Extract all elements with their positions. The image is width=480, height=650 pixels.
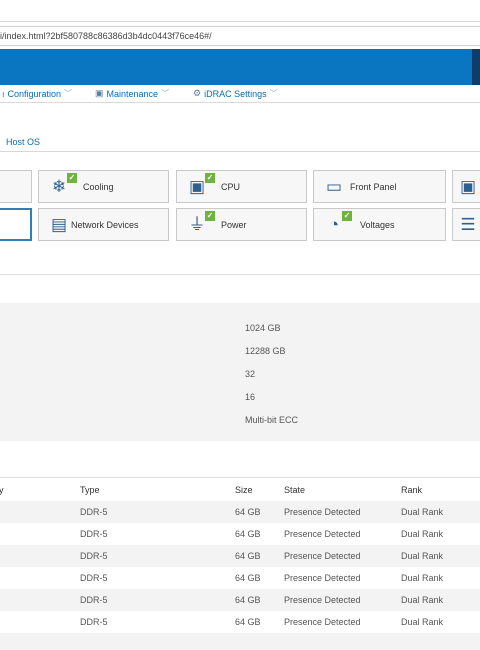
tile-memory-selected[interactable] <box>0 208 32 241</box>
column-header-size[interactable]: Size <box>235 485 253 495</box>
cell-type: DDR-5 <box>80 617 108 627</box>
cell-size: 64 GB <box>235 617 261 627</box>
tile-power-label: Power <box>221 220 247 230</box>
summary-value: 16 <box>245 392 256 402</box>
cell-size: 64 GB <box>235 507 261 517</box>
cell-state: Presence Detected <box>284 573 361 583</box>
cell-state: Presence Detected <box>284 507 361 517</box>
tile-network-devices[interactable]: ▤ Network Devices <box>38 208 169 241</box>
address-bar[interactable]: i/index.html?2bf580788c86386d3b4dc0443f7… <box>0 26 480 46</box>
tile-partial-right-2[interactable]: ☰ <box>452 208 480 241</box>
header-banner <box>0 49 472 85</box>
menu-idrac-settings[interactable]: ⚙ iDRAC Settings ﹀ <box>193 88 278 99</box>
tile-voltages[interactable]: ◔ ✓ Voltages <box>313 208 446 241</box>
summary-value: 32 <box>245 369 256 379</box>
column-header-state[interactable]: State <box>284 485 305 495</box>
table-row-partial[interactable] <box>0 633 480 650</box>
tile-network-devices-label: Network Devices <box>71 220 139 230</box>
cell-rank: Dual Rank <box>401 595 444 605</box>
table-row[interactable]: DDR-5 64 GB Presence Detected Dual Rank <box>0 589 480 611</box>
tile-partial-right-1[interactable]: ▣ <box>452 170 480 203</box>
chevron-down-icon: ﹀ <box>64 89 73 98</box>
idrac-page: i/index.html?2bf580788c86386d3b4dc0443f7… <box>0 0 480 650</box>
table-row[interactable]: DDR-5 64 GB Presence Detected Dual Rank <box>0 611 480 633</box>
tile-front-panel-label: Front Panel <box>350 182 397 192</box>
tile-power[interactable]: ⏚ ✓ Power <box>176 208 307 241</box>
cell-rank: Dual Rank <box>401 507 444 517</box>
chevron-down-icon: ﹀ <box>269 89 278 98</box>
summary-value: 12288 GB <box>245 346 286 356</box>
summary-value: Multi-bit ECC <box>245 415 299 425</box>
status-ok-icon: ✓ <box>342 211 352 221</box>
cell-type: DDR-5 <box>80 529 108 539</box>
cell-rank: Dual Rank <box>401 529 444 539</box>
memory-summary-panel: 1024 GB 12288 GB 32 16 Multi-bit ECC <box>0 303 480 441</box>
network-card-icon: ▤ <box>50 215 68 234</box>
table-row[interactable]: DDR-5 64 GB Presence Detected Dual Rank <box>0 523 480 545</box>
header-banner-edge <box>472 49 480 85</box>
cell-size: 64 GB <box>235 595 261 605</box>
cell-state: Presence Detected <box>284 595 361 605</box>
wrench-icon: ı <box>2 88 5 99</box>
cell-type: DDR-5 <box>80 551 108 561</box>
tile-cooling-label: Cooling <box>83 182 114 192</box>
tile-partial-left-1[interactable] <box>0 170 32 203</box>
cell-size: 64 GB <box>235 529 261 539</box>
table-row[interactable]: DDR-5 64 GB Presence Detected Dual Rank <box>0 545 480 567</box>
cell-type: DDR-5 <box>80 573 108 583</box>
cell-state: Presence Detected <box>284 617 361 627</box>
tab-divider <box>0 151 480 152</box>
menu-configuration-label: Configuration <box>7 88 62 99</box>
table-top-border <box>0 477 480 478</box>
summary-value: 1024 GB <box>245 323 281 333</box>
cell-rank: Dual Rank <box>401 551 444 561</box>
status-ok-icon: ✓ <box>205 173 215 183</box>
memory-icon: ▣ <box>459 177 477 196</box>
tile-cpu[interactable]: ▣ ✓ CPU <box>176 170 307 203</box>
table-row[interactable]: DDR-5 64 GB Presence Detected Dual Rank <box>0 567 480 589</box>
menu-maintenance[interactable]: ▣ Maintenance ﹀ <box>95 88 169 99</box>
section-divider <box>0 274 480 275</box>
tile-voltages-label: Voltages <box>360 220 395 230</box>
tab-host-os[interactable]: Host OS <box>6 137 40 147</box>
status-ok-icon: ✓ <box>67 173 77 183</box>
cell-state: Presence Detected <box>284 529 361 539</box>
tile-front-panel[interactable]: ▭ Front Panel <box>313 170 446 203</box>
column-header-rank[interactable]: Rank <box>401 485 422 495</box>
browser-tab-strip <box>0 0 480 22</box>
menu-idrac-settings-label: iDRAC Settings <box>204 88 267 99</box>
storage-icon: ☰ <box>460 215 476 234</box>
calendar-icon: ▣ <box>95 88 104 98</box>
column-header-type[interactable]: Type <box>80 485 100 495</box>
cell-size: 64 GB <box>235 573 261 583</box>
menu-configuration[interactable]: ı Configuration ﹀ <box>2 88 72 99</box>
chevron-down-icon: ﹀ <box>161 89 170 98</box>
cell-rank: Dual Rank <box>401 573 444 583</box>
gears-icon: ⚙ <box>193 88 202 98</box>
cell-state: Presence Detected <box>284 551 361 561</box>
address-url[interactable]: i/index.html?2bf580788c86386d3b4dc0443f7… <box>0 31 212 41</box>
cell-rank: Dual Rank <box>401 617 444 627</box>
cell-type: DDR-5 <box>80 595 108 605</box>
table-row[interactable]: DDR-5 64 GB Presence Detected Dual Rank <box>0 501 480 523</box>
tile-cpu-label: CPU <box>221 182 241 192</box>
cell-size: 64 GB <box>235 551 261 561</box>
column-header-slot[interactable]: y <box>0 485 4 495</box>
cell-type: DDR-5 <box>80 507 108 517</box>
main-menu: ı Configuration ﹀ ▣ Maintenance ﹀ ⚙ iDRA… <box>0 85 480 103</box>
tile-cooling[interactable]: ❄ ✓ Cooling <box>38 170 169 203</box>
menu-maintenance-label: Maintenance <box>106 88 159 99</box>
status-ok-icon: ✓ <box>205 211 215 221</box>
front-panel-icon: ▭ <box>325 177 343 196</box>
